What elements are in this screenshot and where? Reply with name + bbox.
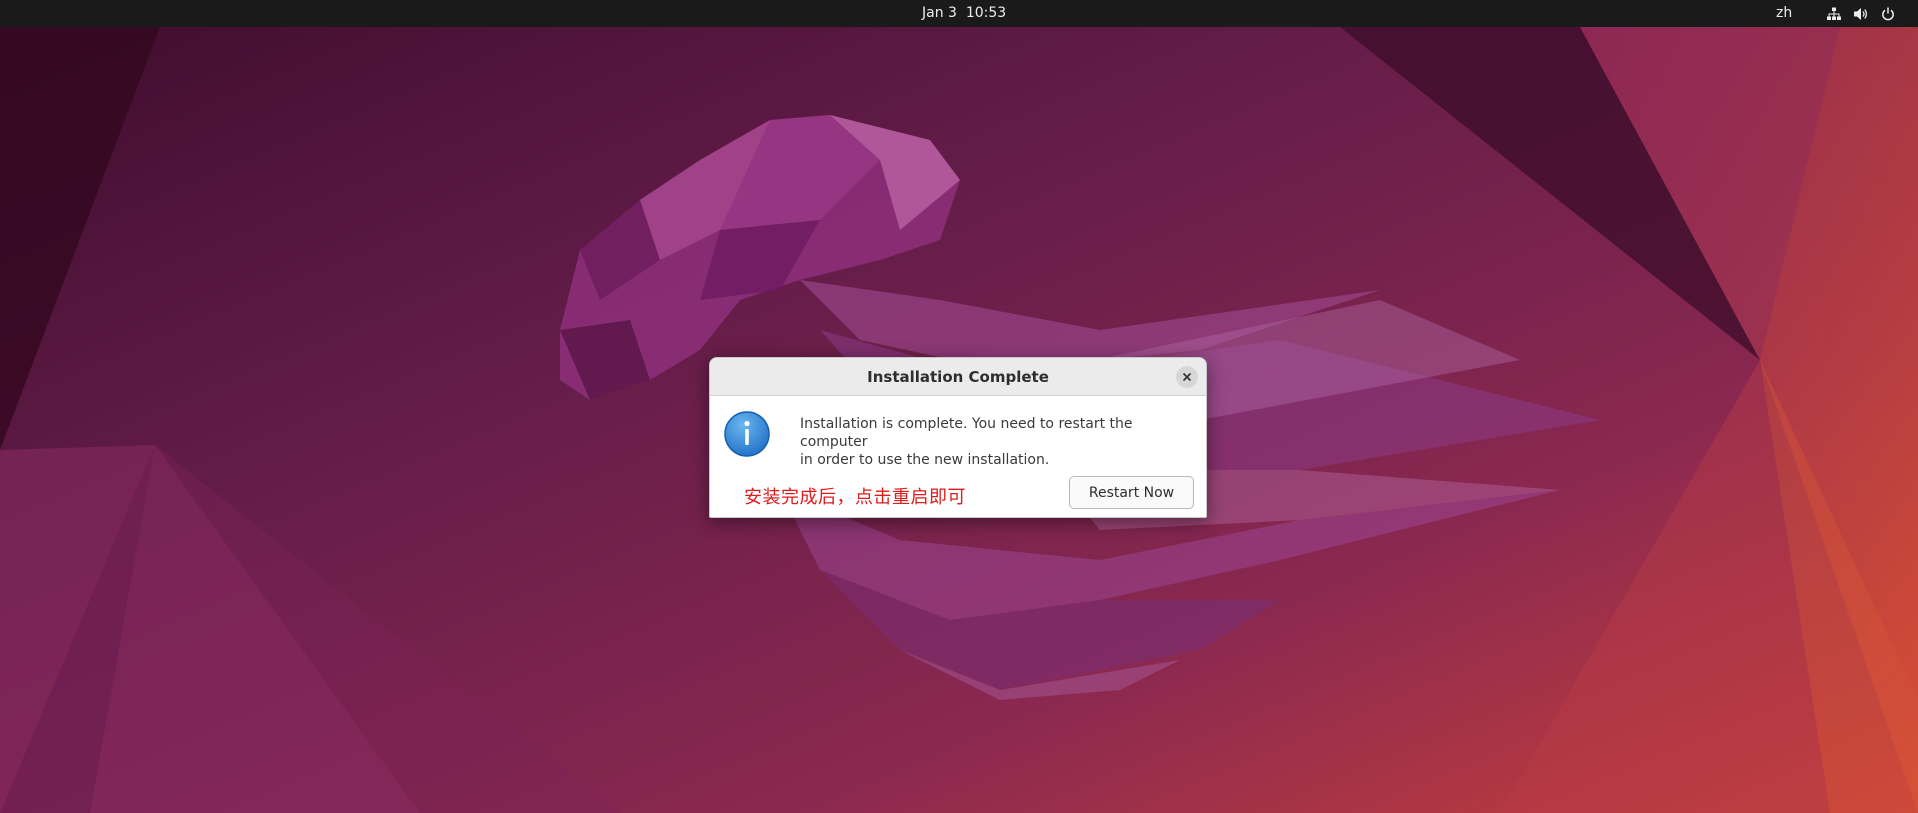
dialog-message: Installation is complete. You need to re… — [800, 415, 1200, 469]
info-icon — [723, 410, 771, 458]
dialog-body: Installation is complete. You need to re… — [710, 396, 1206, 517]
installation-complete-dialog: Installation Complete Installation is co… — [709, 357, 1207, 518]
message-line-1: Installation is complete. You need to re… — [800, 416, 1133, 450]
message-line-2: in order to use the new installation. — [800, 452, 1050, 468]
clock-button[interactable]: Jan 3 10:53 — [920, 0, 1008, 27]
top-panel: Jan 3 10:53 zh — [0, 0, 1918, 27]
system-tray[interactable] — [1826, 0, 1896, 27]
dialog-title: Installation Complete — [867, 368, 1049, 386]
date-label: Jan 3 — [922, 5, 957, 21]
close-icon — [1182, 372, 1192, 382]
volume-icon[interactable] — [1853, 6, 1869, 22]
power-icon[interactable] — [1880, 6, 1896, 22]
time-label: 10:53 — [965, 5, 1007, 21]
close-button[interactable] — [1176, 366, 1198, 388]
network-icon[interactable] — [1826, 6, 1842, 22]
dialog-titlebar[interactable]: Installation Complete — [710, 358, 1206, 396]
input-language-indicator[interactable]: zh — [1776, 0, 1792, 27]
annotation-text: 安装完成后，点击重启即可 — [744, 487, 966, 508]
restart-now-button[interactable]: Restart Now — [1069, 476, 1194, 509]
